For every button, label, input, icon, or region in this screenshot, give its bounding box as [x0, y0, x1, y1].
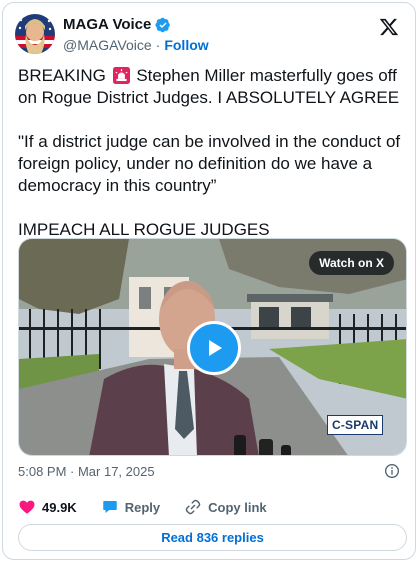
reply-bubble-icon	[102, 501, 117, 513]
tweet-paragraph: BREAKING Stephen Miller masterfully goes…	[18, 65, 410, 109]
like-button[interactable]: 49.9K	[18, 498, 77, 516]
play-button[interactable]	[187, 321, 241, 375]
heart-icon	[19, 500, 35, 514]
reply-label: Reply	[124, 499, 161, 515]
copy-link-button[interactable]: Copy link	[184, 498, 267, 516]
reply-button[interactable]: Reply	[101, 498, 160, 516]
tweet-text: BREAKING Stephen Miller masterfully goes…	[18, 65, 410, 241]
tweet-text-part: BREAKING	[18, 66, 111, 85]
info-icon[interactable]	[384, 463, 400, 479]
avatar[interactable]	[15, 14, 55, 54]
link-icon	[185, 499, 201, 515]
tweet-card: MAGA Voice @MAGAVoice · Follow BREAKING …	[2, 2, 416, 560]
handle-row: @MAGAVoice · Follow	[63, 37, 209, 53]
read-replies-button[interactable]: Read 836 replies	[18, 524, 407, 551]
tweet-paragraph: "If a district judge can be involved in …	[18, 132, 401, 195]
copy-link-label: Copy link	[208, 499, 267, 515]
video-player[interactable]: Watch on X C-SPAN	[18, 238, 407, 456]
author-name[interactable]: MAGA Voice	[63, 16, 151, 33]
siren-icon	[112, 67, 130, 84]
tweet-timestamp[interactable]: 5:08 PM · Mar 17, 2025	[18, 464, 155, 479]
x-logo-icon[interactable]	[379, 17, 399, 37]
play-icon	[209, 340, 222, 356]
like-count: 49.9K	[42, 499, 77, 515]
separator-dot: ·	[155, 37, 161, 53]
follow-button[interactable]: Follow	[164, 37, 208, 53]
watch-on-x-button[interactable]: Watch on X	[309, 251, 394, 275]
author-handle[interactable]: @MAGAVoice	[63, 37, 152, 53]
action-bar: 49.9K Reply Copy link	[18, 497, 291, 517]
display-name[interactable]: MAGA Voice	[63, 16, 171, 33]
cspan-logo: C-SPAN	[327, 415, 384, 435]
verified-badge-icon	[155, 17, 171, 32]
